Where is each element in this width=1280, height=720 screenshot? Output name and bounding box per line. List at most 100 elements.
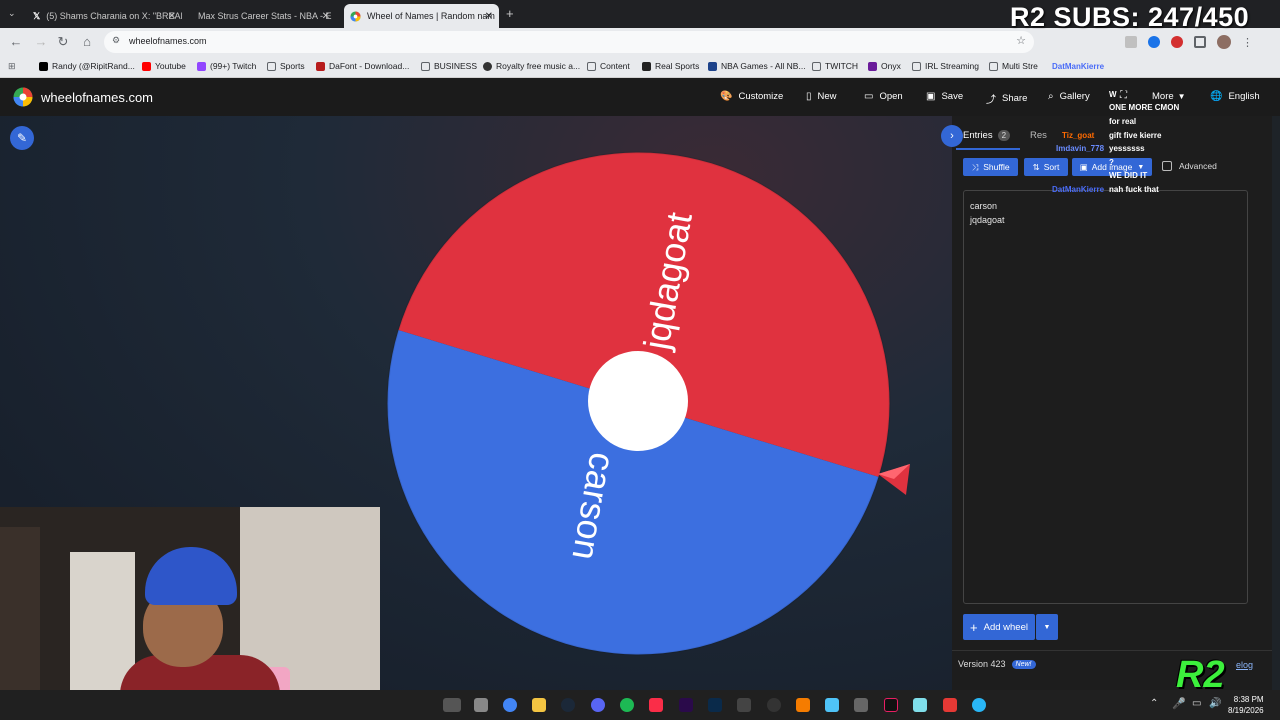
bookmark-item[interactable]: Youtube [142, 61, 186, 71]
microphone-icon[interactable]: 🎤 [1172, 697, 1186, 710]
bookmark-item[interactable]: Onyx [868, 61, 901, 71]
changelog-link[interactable]: elog [1236, 660, 1253, 670]
chrome-icon[interactable] [503, 698, 517, 712]
chat-username: DatManKierre [1052, 62, 1105, 71]
webcam-overlay [0, 507, 380, 690]
taskbar-app-icon[interactable] [854, 698, 868, 712]
customize-label: Customize [738, 91, 784, 102]
premiere-icon[interactable] [679, 698, 693, 712]
tab-wheel-of-names[interactable]: Wheel of Names | Random nam ✕ [344, 4, 499, 28]
new-file-icon: ▯ [806, 91, 812, 102]
spotify-icon[interactable] [620, 698, 634, 712]
wheel-center-hub[interactable] [588, 351, 688, 451]
shuffle-button[interactable]: ⤨ Shuffle [963, 158, 1018, 176]
customize-button[interactable]: 🎨 Customize [720, 91, 783, 102]
discord-icon[interactable] [591, 698, 605, 712]
chat-message: W [1109, 90, 1117, 99]
nba-icon [708, 61, 717, 71]
real-sports-icon [642, 61, 651, 71]
system-clock[interactable]: 8:38 PM 8/19/2026 [1228, 694, 1264, 716]
entry-line: jqdagoat [970, 215, 1005, 225]
wheel[interactable]: jqdagoat carson [386, 151, 891, 656]
bookmark-folder[interactable]: TWITCH [812, 61, 858, 71]
url-text: wheelofnames.com [129, 36, 207, 46]
edit-pencil-icon[interactable]: ✎ [10, 126, 34, 150]
tab-search-chevron-icon[interactable]: ⌄ [8, 8, 16, 19]
save-button[interactable]: ▣ Save [926, 91, 963, 102]
collapse-panel-icon[interactable]: › [941, 125, 963, 147]
home-icon[interactable]: ⌂ [79, 34, 95, 50]
webcam-background-door [70, 552, 135, 690]
entry-line: carson [970, 201, 998, 211]
dafont-icon [316, 61, 325, 71]
apple-music-icon[interactable] [649, 698, 663, 712]
chat-message: gift five kierre [1109, 131, 1162, 140]
bookmark-label: Content [600, 61, 630, 71]
caret-down-icon: ▼ [1043, 623, 1051, 631]
onyx-icon [868, 61, 877, 71]
taskbar-app-icon[interactable] [796, 698, 810, 712]
bookmark-item[interactable]: NBA Games - All NB... [708, 61, 806, 71]
bookmark-item[interactable]: DaFont - Download... [316, 61, 409, 71]
bookmark-item[interactable]: Randy (@RipitRand... [39, 61, 135, 71]
windows-taskbar: ⌃ 🎤 ▭ 🔊 8:38 PM 8/19/2026 [0, 690, 1280, 720]
file-explorer-icon[interactable] [532, 698, 546, 712]
back-arrow-icon[interactable]: ← [8, 34, 24, 50]
close-tab-icon[interactable]: ✕ [168, 11, 176, 22]
apps-grid-icon[interactable]: ⊞ [8, 61, 16, 72]
address-bar[interactable]: ⚙ wheelofnames.com ☆ [104, 31, 1034, 53]
stream-chat-overlay: DatManKierre W ONE MORE CMON for real Ti… [1012, 38, 1272, 198]
chat-message: ? [1109, 158, 1114, 167]
share-icon: ⤴ [986, 95, 996, 106]
photoshop-icon[interactable] [708, 698, 722, 712]
obs-icon[interactable] [767, 698, 781, 712]
forward-arrow-icon[interactable]: → [33, 34, 49, 50]
bookmark-folder[interactable]: BUSINESS [421, 61, 477, 71]
site-info-icon[interactable]: ⚙ [112, 35, 120, 46]
taskbar-app-icon[interactable] [474, 698, 488, 712]
bookmark-item[interactable]: Royalty free music a... [483, 61, 580, 71]
add-wheel-dropdown[interactable]: ▼ [1036, 614, 1058, 640]
notepad-icon[interactable] [825, 698, 839, 712]
taskbar-app-icon[interactable] [913, 698, 927, 712]
close-tab-icon[interactable]: ✕ [322, 11, 330, 22]
chat-username: DatManKierre [1052, 185, 1105, 194]
bookmark-item[interactable]: Real Sports [642, 61, 699, 71]
tab-twitter[interactable]: 𝕏 (5) Shams Charania on X: "BREAK ✕ [27, 4, 182, 28]
bookmark-folder[interactable]: IRL Streaming [912, 61, 979, 71]
bookmark-item[interactable]: (99+) Twitch [197, 61, 256, 71]
bookmark-label: DaFont - Download... [329, 61, 410, 71]
display-icon[interactable]: ▭ [1192, 698, 1201, 709]
bookmark-folder[interactable]: Sports [267, 61, 305, 71]
open-label: Open [879, 91, 903, 102]
tab-espn[interactable]: Max Strus Career Stats - NBA - E ✕ [186, 4, 336, 28]
x-logo-icon: 𝕏 [33, 10, 41, 21]
steam-icon[interactable] [561, 698, 575, 712]
tab-entries[interactable]: Entries 2 [963, 130, 1011, 141]
volume-icon[interactable]: 🔊 [1209, 698, 1221, 709]
new-tab-button[interactable]: + [506, 6, 514, 21]
entries-textarea[interactable]: carson jqdagoat [963, 190, 1248, 604]
open-button[interactable]: ▭ Open [864, 91, 903, 102]
tray-overflow-icon[interactable]: ⌃ [1150, 698, 1158, 709]
folder-open-icon: ▭ [864, 91, 874, 102]
tab-title: Max Strus Career Stats - NBA - E [198, 11, 332, 21]
new-button[interactable]: ▯ New [806, 91, 837, 102]
bookmark-label: Youtube [155, 61, 186, 71]
tiktok-icon[interactable] [884, 698, 898, 712]
plus-icon: + [970, 619, 978, 635]
chat-username: Tiz_goat [1062, 131, 1095, 140]
reload-icon[interactable]: ↻ [55, 34, 71, 50]
add-wheel-button[interactable]: + Add wheel [963, 614, 1035, 640]
taskbar-app-icon[interactable] [443, 698, 461, 712]
shuffle-label: Shuffle [983, 162, 1010, 172]
bookmark-label: Sports [280, 61, 305, 71]
bookmark-folder[interactable]: Content [587, 61, 630, 71]
bookmark-label: Real Sports [655, 61, 700, 71]
taskbar-app-icon[interactable] [972, 698, 986, 712]
close-tab-icon[interactable]: ✕ [485, 11, 493, 22]
taskbar-app-icon[interactable] [737, 698, 751, 712]
taskbar-app-icon[interactable] [943, 698, 957, 712]
brand-name[interactable]: wheelofnames.com [41, 90, 153, 105]
bookmark-label: Onyx [881, 61, 901, 71]
